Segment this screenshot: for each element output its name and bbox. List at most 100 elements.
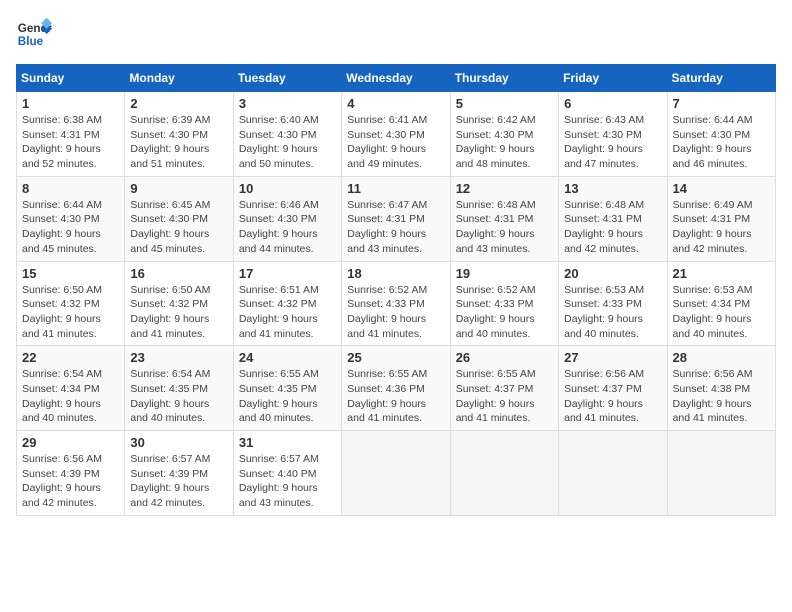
day-number: 3 — [239, 96, 336, 111]
day-number: 19 — [456, 266, 553, 281]
week-row-5: 29 Sunrise: 6:56 AMSunset: 4:39 PMDaylig… — [17, 431, 776, 516]
cell-content: Sunrise: 6:54 AMSunset: 4:34 PMDaylight:… — [22, 367, 119, 426]
calendar-cell: 28 Sunrise: 6:56 AMSunset: 4:38 PMDaylig… — [667, 346, 775, 431]
calendar-cell: 14 Sunrise: 6:49 AMSunset: 4:31 PMDaylig… — [667, 176, 775, 261]
calendar-cell: 5 Sunrise: 6:42 AMSunset: 4:30 PMDayligh… — [450, 92, 558, 177]
calendar-cell: 17 Sunrise: 6:51 AMSunset: 4:32 PMDaylig… — [233, 261, 341, 346]
day-number: 26 — [456, 350, 553, 365]
calendar-cell: 22 Sunrise: 6:54 AMSunset: 4:34 PMDaylig… — [17, 346, 125, 431]
header-day-monday: Monday — [125, 65, 233, 92]
header-day-saturday: Saturday — [667, 65, 775, 92]
cell-content: Sunrise: 6:44 AMSunset: 4:30 PMDaylight:… — [22, 198, 119, 257]
cell-content: Sunrise: 6:39 AMSunset: 4:30 PMDaylight:… — [130, 113, 227, 172]
cell-content: Sunrise: 6:42 AMSunset: 4:30 PMDaylight:… — [456, 113, 553, 172]
day-number: 4 — [347, 96, 444, 111]
day-number: 10 — [239, 181, 336, 196]
calendar-table: SundayMondayTuesdayWednesdayThursdayFrid… — [16, 64, 776, 516]
cell-content: Sunrise: 6:41 AMSunset: 4:30 PMDaylight:… — [347, 113, 444, 172]
cell-content: Sunrise: 6:46 AMSunset: 4:30 PMDaylight:… — [239, 198, 336, 257]
calendar-cell: 8 Sunrise: 6:44 AMSunset: 4:30 PMDayligh… — [17, 176, 125, 261]
calendar-cell: 3 Sunrise: 6:40 AMSunset: 4:30 PMDayligh… — [233, 92, 341, 177]
calendar-cell: 19 Sunrise: 6:52 AMSunset: 4:33 PMDaylig… — [450, 261, 558, 346]
week-row-4: 22 Sunrise: 6:54 AMSunset: 4:34 PMDaylig… — [17, 346, 776, 431]
calendar-cell: 9 Sunrise: 6:45 AMSunset: 4:30 PMDayligh… — [125, 176, 233, 261]
calendar-cell: 1 Sunrise: 6:38 AMSunset: 4:31 PMDayligh… — [17, 92, 125, 177]
calendar-cell: 27 Sunrise: 6:56 AMSunset: 4:37 PMDaylig… — [559, 346, 667, 431]
calendar-cell: 31 Sunrise: 6:57 AMSunset: 4:40 PMDaylig… — [233, 431, 341, 516]
calendar-cell — [559, 431, 667, 516]
cell-content: Sunrise: 6:53 AMSunset: 4:34 PMDaylight:… — [673, 283, 770, 342]
day-number: 31 — [239, 435, 336, 450]
calendar-cell: 13 Sunrise: 6:48 AMSunset: 4:31 PMDaylig… — [559, 176, 667, 261]
cell-content: Sunrise: 6:45 AMSunset: 4:30 PMDaylight:… — [130, 198, 227, 257]
day-number: 27 — [564, 350, 661, 365]
day-number: 12 — [456, 181, 553, 196]
day-number: 23 — [130, 350, 227, 365]
cell-content: Sunrise: 6:56 AMSunset: 4:39 PMDaylight:… — [22, 452, 119, 511]
day-number: 6 — [564, 96, 661, 111]
calendar-cell: 20 Sunrise: 6:53 AMSunset: 4:33 PMDaylig… — [559, 261, 667, 346]
cell-content: Sunrise: 6:54 AMSunset: 4:35 PMDaylight:… — [130, 367, 227, 426]
calendar-cell: 11 Sunrise: 6:47 AMSunset: 4:31 PMDaylig… — [342, 176, 450, 261]
logo: General Blue — [16, 16, 52, 52]
header-day-friday: Friday — [559, 65, 667, 92]
day-number: 28 — [673, 350, 770, 365]
cell-content: Sunrise: 6:48 AMSunset: 4:31 PMDaylight:… — [456, 198, 553, 257]
day-number: 11 — [347, 181, 444, 196]
cell-content: Sunrise: 6:40 AMSunset: 4:30 PMDaylight:… — [239, 113, 336, 172]
cell-content: Sunrise: 6:57 AMSunset: 4:40 PMDaylight:… — [239, 452, 336, 511]
calendar-cell — [667, 431, 775, 516]
calendar-cell: 30 Sunrise: 6:57 AMSunset: 4:39 PMDaylig… — [125, 431, 233, 516]
week-row-2: 8 Sunrise: 6:44 AMSunset: 4:30 PMDayligh… — [17, 176, 776, 261]
header-day-sunday: Sunday — [17, 65, 125, 92]
cell-content: Sunrise: 6:56 AMSunset: 4:38 PMDaylight:… — [673, 367, 770, 426]
calendar-cell: 7 Sunrise: 6:44 AMSunset: 4:30 PMDayligh… — [667, 92, 775, 177]
calendar-cell: 4 Sunrise: 6:41 AMSunset: 4:30 PMDayligh… — [342, 92, 450, 177]
calendar-cell — [450, 431, 558, 516]
cell-content: Sunrise: 6:53 AMSunset: 4:33 PMDaylight:… — [564, 283, 661, 342]
day-number: 5 — [456, 96, 553, 111]
calendar-cell: 18 Sunrise: 6:52 AMSunset: 4:33 PMDaylig… — [342, 261, 450, 346]
calendar-cell: 25 Sunrise: 6:55 AMSunset: 4:36 PMDaylig… — [342, 346, 450, 431]
cell-content: Sunrise: 6:51 AMSunset: 4:32 PMDaylight:… — [239, 283, 336, 342]
cell-content: Sunrise: 6:50 AMSunset: 4:32 PMDaylight:… — [22, 283, 119, 342]
day-number: 29 — [22, 435, 119, 450]
cell-content: Sunrise: 6:43 AMSunset: 4:30 PMDaylight:… — [564, 113, 661, 172]
day-number: 18 — [347, 266, 444, 281]
calendar-cell: 24 Sunrise: 6:55 AMSunset: 4:35 PMDaylig… — [233, 346, 341, 431]
cell-content: Sunrise: 6:56 AMSunset: 4:37 PMDaylight:… — [564, 367, 661, 426]
cell-content: Sunrise: 6:55 AMSunset: 4:35 PMDaylight:… — [239, 367, 336, 426]
day-number: 20 — [564, 266, 661, 281]
cell-content: Sunrise: 6:47 AMSunset: 4:31 PMDaylight:… — [347, 198, 444, 257]
day-number: 17 — [239, 266, 336, 281]
cell-content: Sunrise: 6:52 AMSunset: 4:33 PMDaylight:… — [347, 283, 444, 342]
calendar-cell: 21 Sunrise: 6:53 AMSunset: 4:34 PMDaylig… — [667, 261, 775, 346]
calendar-cell: 12 Sunrise: 6:48 AMSunset: 4:31 PMDaylig… — [450, 176, 558, 261]
cell-content: Sunrise: 6:48 AMSunset: 4:31 PMDaylight:… — [564, 198, 661, 257]
cell-content: Sunrise: 6:57 AMSunset: 4:39 PMDaylight:… — [130, 452, 227, 511]
calendar-cell: 23 Sunrise: 6:54 AMSunset: 4:35 PMDaylig… — [125, 346, 233, 431]
header-day-wednesday: Wednesday — [342, 65, 450, 92]
logo-icon: General Blue — [16, 16, 52, 52]
day-number: 24 — [239, 350, 336, 365]
cell-content: Sunrise: 6:44 AMSunset: 4:30 PMDaylight:… — [673, 113, 770, 172]
cell-content: Sunrise: 6:52 AMSunset: 4:33 PMDaylight:… — [456, 283, 553, 342]
day-number: 25 — [347, 350, 444, 365]
week-row-1: 1 Sunrise: 6:38 AMSunset: 4:31 PMDayligh… — [17, 92, 776, 177]
day-number: 13 — [564, 181, 661, 196]
cell-content: Sunrise: 6:49 AMSunset: 4:31 PMDaylight:… — [673, 198, 770, 257]
calendar-cell: 26 Sunrise: 6:55 AMSunset: 4:37 PMDaylig… — [450, 346, 558, 431]
day-number: 15 — [22, 266, 119, 281]
day-number: 8 — [22, 181, 119, 196]
day-number: 14 — [673, 181, 770, 196]
calendar-cell: 6 Sunrise: 6:43 AMSunset: 4:30 PMDayligh… — [559, 92, 667, 177]
header-row: SundayMondayTuesdayWednesdayThursdayFrid… — [17, 65, 776, 92]
day-number: 2 — [130, 96, 227, 111]
calendar-cell: 29 Sunrise: 6:56 AMSunset: 4:39 PMDaylig… — [17, 431, 125, 516]
day-number: 21 — [673, 266, 770, 281]
calendar-cell — [342, 431, 450, 516]
svg-text:Blue: Blue — [18, 35, 44, 48]
cell-content: Sunrise: 6:55 AMSunset: 4:36 PMDaylight:… — [347, 367, 444, 426]
calendar-cell: 15 Sunrise: 6:50 AMSunset: 4:32 PMDaylig… — [17, 261, 125, 346]
header-day-tuesday: Tuesday — [233, 65, 341, 92]
